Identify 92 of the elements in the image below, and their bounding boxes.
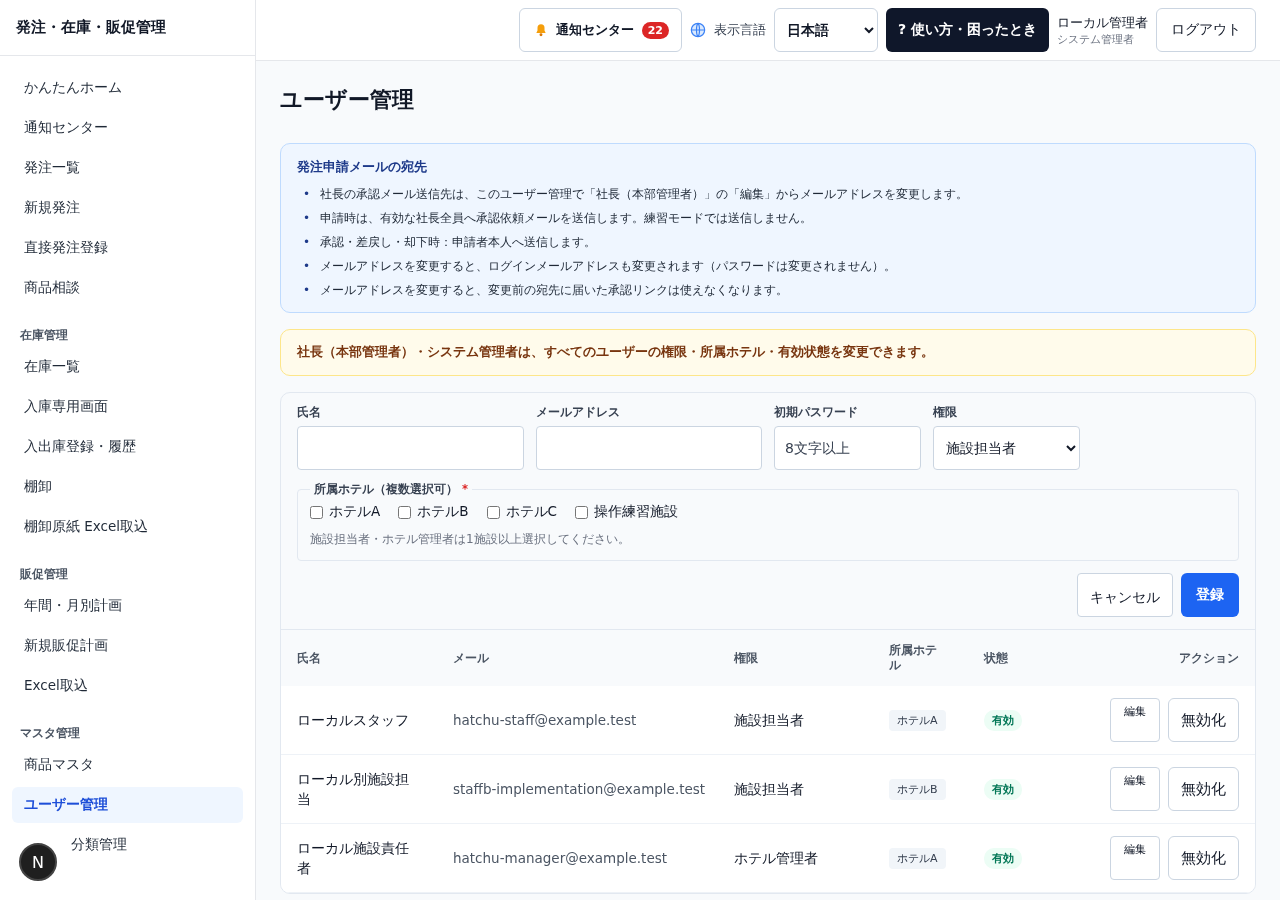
bullet: • <box>303 234 311 251</box>
info-item: 申請時は、有効な社長全員へ承認依頼メールを送信します。練習モードでは送信しません。 <box>320 210 813 227</box>
hotel-tag: ホテルA <box>889 709 946 731</box>
field-label: 権限 <box>933 405 958 420</box>
user-name-cell-text: ローカルスタッフ <box>297 711 410 730</box>
checkbox-label: 操作練習施設 <box>593 503 678 521</box>
sidebar-item[interactable]: 商品相談 <box>12 270 243 306</box>
email-cell-text: hatchu-staff@example.test <box>453 712 638 728</box>
sidebar-item[interactable]: Excel取込 <box>12 668 243 704</box>
sidebar-item[interactable]: 通知センター <box>12 110 243 146</box>
column-header: 権限 <box>734 650 758 666</box>
sidebar-section-heading: 在庫管理 <box>19 327 69 344</box>
disable-button[interactable]: 無効化 <box>1168 836 1239 880</box>
disable-button[interactable]: 無効化 <box>1168 767 1239 811</box>
status-badge: 有効 <box>984 778 1022 800</box>
checkbox-label: ホテルB <box>417 503 469 521</box>
field-label: 氏名 <box>297 405 322 420</box>
hint-text: 施設担当者・ホテル管理者は1施設以上選択してください。 <box>310 531 631 548</box>
user-name: ローカル管理者 <box>1057 13 1148 32</box>
user-name-cell-text: ローカル別施設担当 <box>297 770 410 809</box>
input-field[interactable] <box>536 426 762 470</box>
input-field[interactable]: 8文字以上 <box>774 426 921 470</box>
page-title: ユーザー管理 <box>280 86 415 114</box>
role-cell-text: ホテル管理者 <box>734 849 819 868</box>
bullet: • <box>303 210 311 227</box>
logout-button[interactable]: ログアウト <box>1156 8 1256 52</box>
sidebar-item[interactable]: 発注一覧 <box>12 150 243 186</box>
bullet: • <box>303 186 311 203</box>
notice-banner: 社長（本部管理者）・システム管理者は、すべてのユーザーの権限・所属ホテル・有効状態を変更できます。 <box>280 329 1256 376</box>
globe-icon <box>690 22 706 38</box>
column-header: アクション <box>1178 650 1239 666</box>
sidebar-section-heading: 販促管理 <box>19 566 69 583</box>
info-title: 発注申請メールの宛先 <box>297 158 428 176</box>
sidebar-section-heading: マスタ管理 <box>19 725 81 742</box>
info-item: メールアドレスを変更すると、ログインメールアドレスも変更されます（パスワードは変更されません）。 <box>320 258 897 275</box>
sidebar-item[interactable]: 分類管理 <box>71 836 127 854</box>
sidebar-item[interactable]: 入庫専用画面 <box>12 389 243 425</box>
info-item: 社長の承認メール送信先は、このユーザー管理で「社長（本部管理者）」の「編集」からメールアドレスを変更します。 <box>320 186 969 203</box>
hotel-tag: ホテルB <box>889 778 946 800</box>
role-select[interactable]: 施設担当者 <box>933 426 1080 470</box>
floating-badge[interactable]: N <box>19 843 57 881</box>
field-label: メールアドレス <box>536 405 621 420</box>
edit-button[interactable]: 編集 <box>1110 836 1160 880</box>
checkbox[interactable] <box>486 505 500 519</box>
field-label: 初期パスワード <box>774 405 859 420</box>
checkbox-label: ホテルC <box>505 503 557 521</box>
email-cell-text: hatchu-manager@example.test <box>453 850 669 866</box>
checkbox[interactable] <box>574 505 588 519</box>
sidebar-item[interactable]: 新規発注 <box>12 190 243 226</box>
app-title: 発注・在庫・販促管理 <box>0 0 255 56</box>
input-field[interactable] <box>297 426 524 470</box>
language-select[interactable]: 日本語 <box>774 8 878 52</box>
sidebar-item[interactable]: 新規販促計画 <box>12 628 243 664</box>
bullet: • <box>303 282 311 299</box>
sidebar-item[interactable]: 商品マスタ <box>12 747 243 783</box>
required-mark: * <box>462 482 468 497</box>
column-header: 所属ホテル <box>889 643 938 673</box>
role-cell-text: 施設担当者 <box>734 780 805 799</box>
submit-button[interactable]: 登録 <box>1181 573 1239 617</box>
language-label: 表示言語 <box>714 21 766 39</box>
sidebar-item[interactable]: かんたんホーム <box>12 70 243 106</box>
checkbox[interactable] <box>310 505 323 519</box>
notification-button[interactable]: 通知センター 22 <box>518 8 682 52</box>
checkbox[interactable] <box>398 505 412 519</box>
email-cell-text: staffb-implementation@example.test <box>453 781 707 797</box>
sidebar-item[interactable]: 棚卸原紙 Excel取込 <box>12 509 243 545</box>
sidebar-item[interactable]: 入出庫登録・履歴 <box>12 429 243 465</box>
hotel-tag: ホテルA <box>889 847 946 869</box>
status-badge: 有効 <box>984 847 1022 869</box>
sidebar-item[interactable]: 年間・月別計画 <box>12 588 243 624</box>
column-header: 氏名 <box>297 650 321 666</box>
help-button[interactable]: ? 使い方・困ったとき <box>886 8 1049 52</box>
role-cell-text: 施設担当者 <box>734 711 805 730</box>
info-item: 承認・差戻し・却下時：申請者本人へ送信します。 <box>320 234 597 251</box>
checkbox-label: ホテルA <box>329 503 381 521</box>
info-item: メールアドレスを変更すると、変更前の宛先に届いた承認リンクは使えなくなります。 <box>320 282 789 299</box>
fieldset-legend: 所属ホテル（複数選択可） <box>314 482 458 497</box>
column-header: メール <box>453 650 489 666</box>
user-role: システム管理者 <box>1057 31 1135 47</box>
bullet: • <box>303 258 311 275</box>
disable-button[interactable]: 無効化 <box>1168 698 1239 742</box>
sidebar-item[interactable]: 在庫一覧 <box>12 349 243 385</box>
status-badge: 有効 <box>984 709 1022 731</box>
cancel-button[interactable]: キャンセル <box>1077 573 1173 617</box>
column-header: 状態 <box>984 650 1008 666</box>
sidebar-item[interactable]: ユーザー管理 <box>12 787 243 823</box>
notification-count: 22 <box>641 21 669 39</box>
user-name-cell-text: ローカル施設責任者 <box>297 839 410 878</box>
edit-button[interactable]: 編集 <box>1110 767 1160 811</box>
edit-button[interactable]: 編集 <box>1110 698 1160 742</box>
sidebar-item[interactable]: 棚卸 <box>12 469 243 505</box>
sidebar-item[interactable]: 直接発注登録 <box>12 230 243 266</box>
